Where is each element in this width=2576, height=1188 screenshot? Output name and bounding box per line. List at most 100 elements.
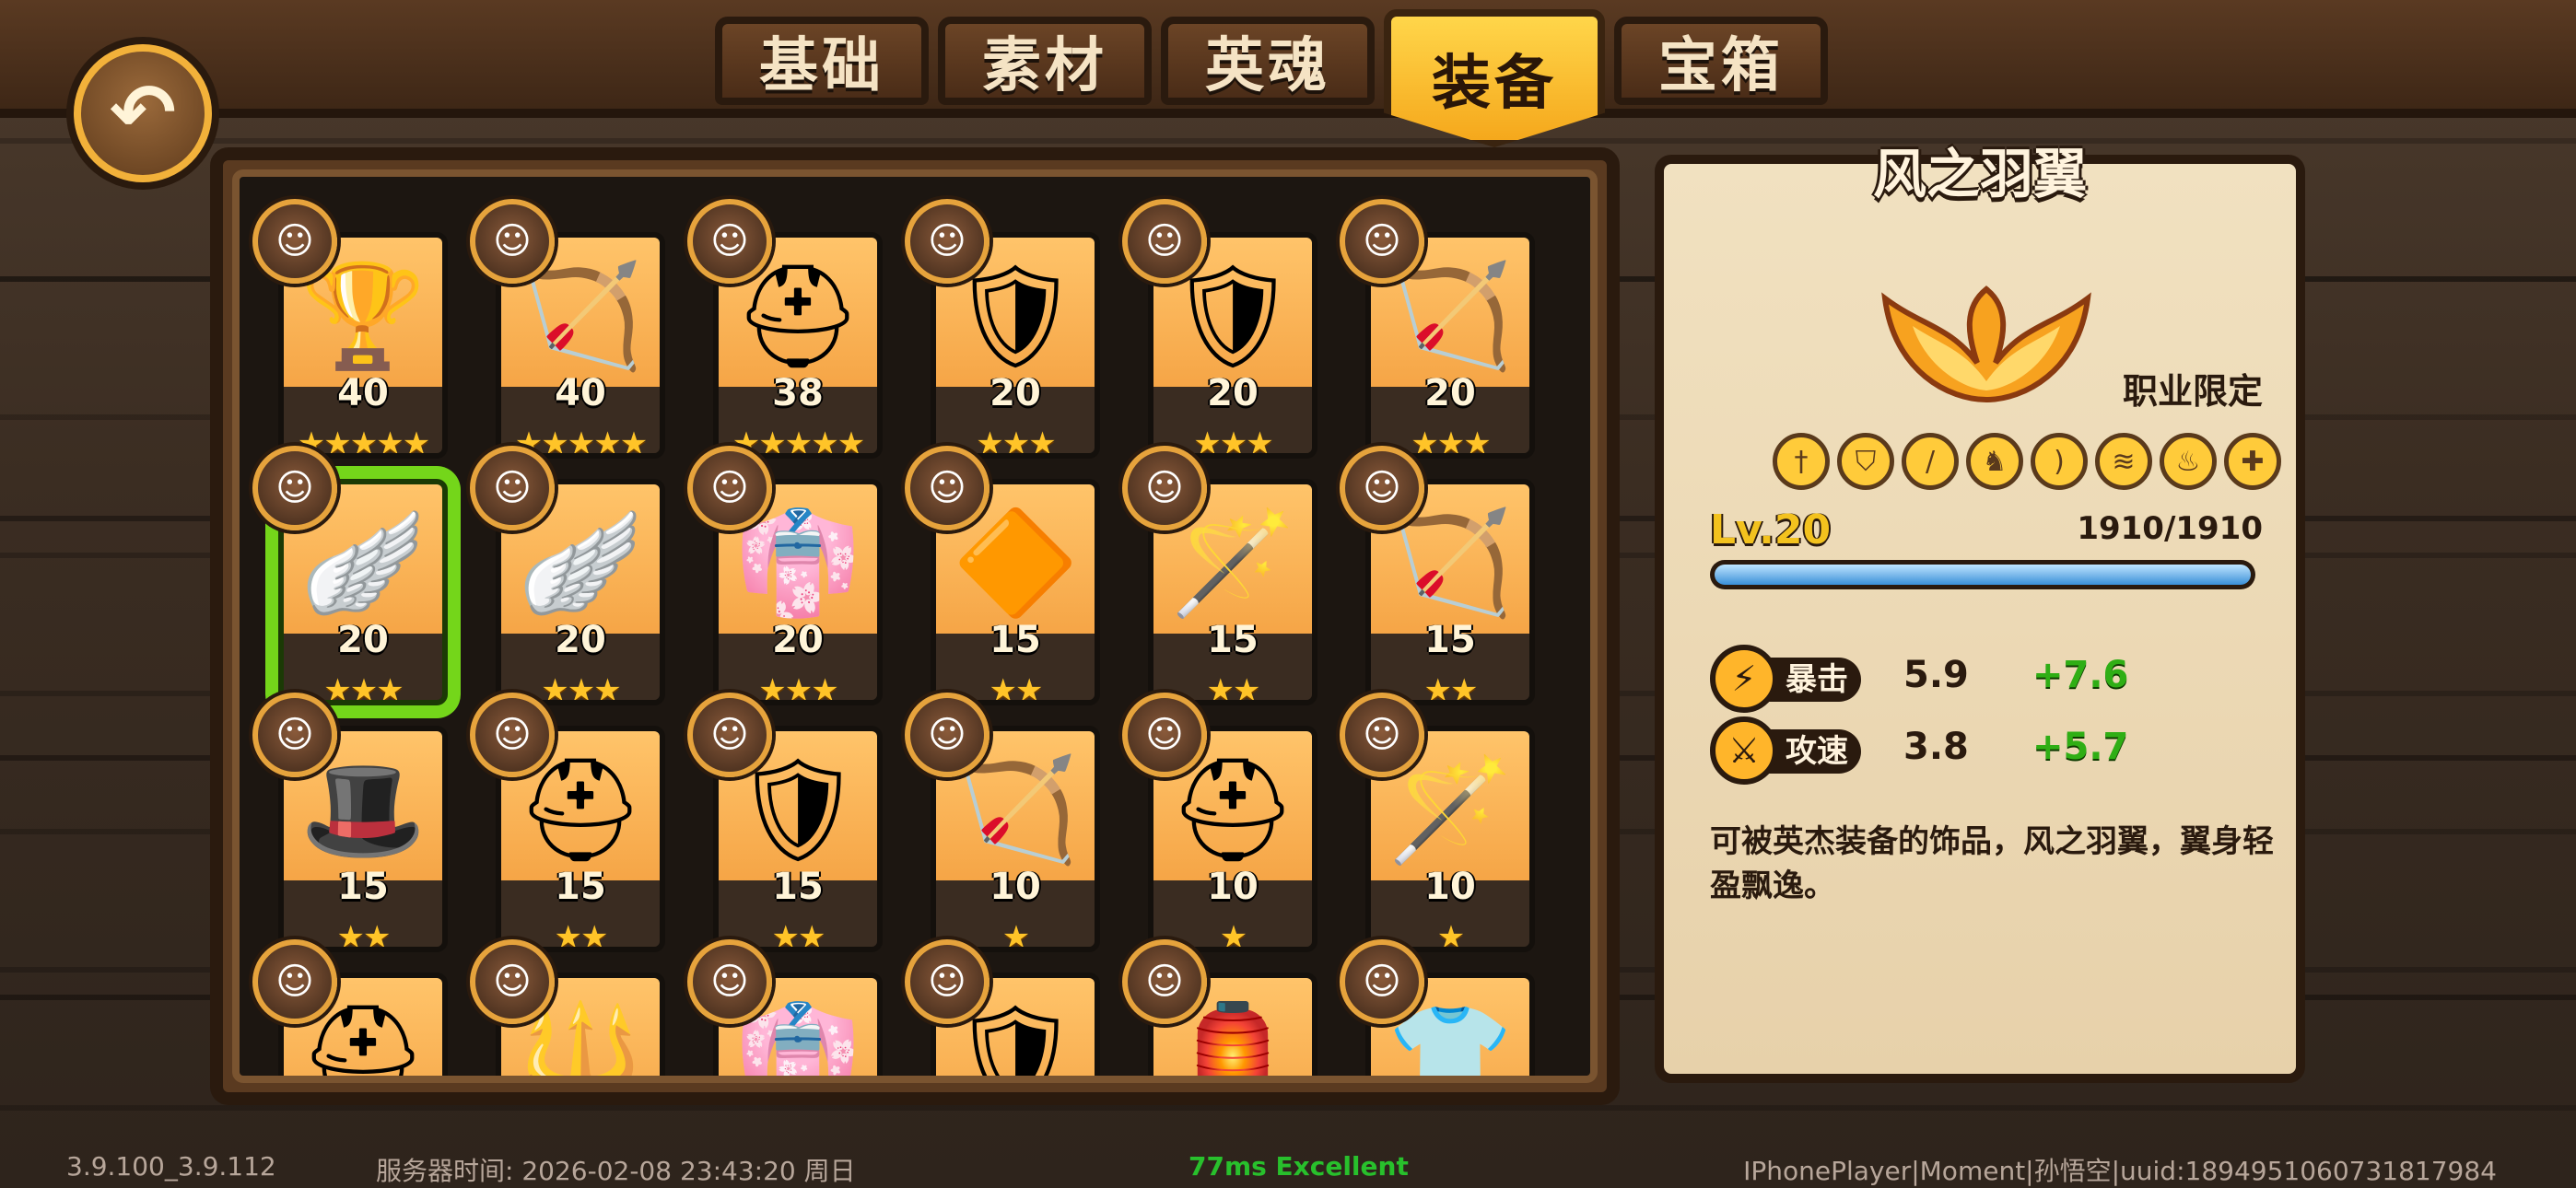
hero-portrait-badge: ☺ [470, 446, 555, 530]
item-detail-panel: 风之羽翼 职业限定 † ⛉ / ♞ ) ≋ ♨ ✚ Lv.20 1910/191… [1655, 143, 2305, 1083]
hero-portrait-badge: ☺ [1340, 199, 1424, 284]
item-title: 风之羽翼 [1872, 143, 2087, 205]
hero-portrait-badge: ☺ [470, 199, 555, 284]
back-arrow-icon: ↶ [109, 67, 177, 159]
item-slot[interactable]: 🛡 20 ★★★ ☺ [905, 199, 1100, 459]
stat-crit-bonus: +7.6 [2032, 654, 2129, 696]
server-time: 服务器时间: 2026-02-08 23:43:20 周日 [376, 1156, 856, 1186]
item-level-label: 20 [1207, 372, 1259, 414]
item-level-label: 20 [337, 619, 389, 661]
item-slot[interactable]: ⛑ 10 ★ ☺ [1122, 693, 1317, 952]
item-slot[interactable]: ⛑ 38 ★★★★★ ☺ [687, 199, 883, 459]
item-level-label: 20 [1424, 372, 1476, 414]
status-footer: 3.9.100_3.9.112 服务器时间: 2026-02-08 23:43:… [0, 1146, 2576, 1188]
shield-icon: ⛉ [1837, 433, 1894, 490]
tab-chests[interactable]: 宝箱 [1614, 17, 1828, 105]
stat-crit-base: 5.9 [1903, 654, 1969, 696]
hero-portrait-badge: ☺ [252, 446, 337, 530]
item-slot[interactable]: 🛡 15 ★★ ☺ [687, 693, 883, 952]
item-level-label: 10 [1207, 866, 1259, 908]
stat-attack-speed: 攻速 ⚔ 3.8 +5.7 [1710, 716, 2281, 790]
class-restriction-label: 职业限定 [2122, 371, 2263, 412]
ping-status: 77ms Excellent [1188, 1151, 1409, 1182]
dagger-icon: / [1902, 433, 1959, 490]
item-level-label: 20 [772, 619, 824, 661]
hero-portrait-badge: ☺ [252, 693, 337, 777]
tab-materials[interactable]: 素材 [938, 17, 1152, 105]
lightning-icon: ⚡ [1710, 645, 1778, 713]
item-slot[interactable]: 🎩 15 ★★ ☺ [252, 693, 448, 952]
hero-portrait-badge: ☺ [470, 693, 555, 777]
fire-icon: ♨ [2160, 433, 2217, 490]
item-level-label: 10 [989, 866, 1041, 908]
hero-portrait-badge: ☺ [905, 446, 989, 530]
item-slot[interactable]: 🏹 20 ★★★ ☺ [1340, 199, 1535, 459]
stat-attack-speed-bonus: +5.7 [2032, 726, 2129, 768]
item-slot[interactable]: 🏮 ☺ [1122, 939, 1317, 1076]
hero-portrait-badge: ☺ [687, 693, 772, 777]
item-description: 可被英杰装备的饰品，风之羽翼，翼身轻盈飘逸。 [1710, 823, 2274, 904]
item-level-label: 15 [989, 619, 1041, 661]
item-slot[interactable]: 🛡 20 ★★★ ☺ [1122, 199, 1317, 459]
bow-icon: ) [2031, 433, 2088, 490]
hero-portrait-badge: ☺ [1122, 693, 1207, 777]
hero-portrait-badge: ☺ [905, 693, 989, 777]
hero-portrait-badge: ☺ [1340, 939, 1424, 1024]
hero-portrait-badge: ☺ [1122, 446, 1207, 530]
hero-portrait-badge: ☺ [1122, 939, 1207, 1024]
item-slot[interactable]: 🛡 ☺ [905, 939, 1100, 1076]
item-level-label: 40 [337, 372, 389, 414]
item-level-label: 20 [555, 619, 606, 661]
stat-crit-label: 暴击 [1765, 658, 1861, 702]
cross-icon: ✚ [2224, 433, 2281, 490]
hero-portrait-badge: ☺ [687, 939, 772, 1024]
item-slot[interactable]: 👕 ☺ [1340, 939, 1535, 1076]
item-slot[interactable]: 🏹 15 ★★ ☺ [1340, 446, 1535, 705]
item-level: Lv.20 [1710, 507, 1832, 553]
item-slot[interactable]: 🪄 10 ★ ☺ [1340, 693, 1535, 952]
item-slot[interactable]: 🪄 15 ★★ ☺ [1122, 446, 1317, 705]
user-info: IPhonePlayer|Moment|孙悟空|uuid:18949510607… [1743, 1156, 2497, 1186]
top-tab-bar: 基础 素材 英魂 装备 宝箱 [0, 0, 2576, 147]
wings-icon [1867, 252, 2106, 427]
item-slot[interactable]: ⛑ 15 ★★ ☺ [470, 693, 665, 952]
inventory-panel: 🏆 40 ★★★★★ ☺ 🏹 40 ★★★★★ ☺ ⛑ 38 ★★★★★ ☺ 🛡 20 ★★★ ☺ 🛡 20 ★★★… [210, 147, 1620, 1105]
back-button[interactable]: ↶ [74, 44, 212, 182]
item-slot[interactable]: 🔱 ☺ [470, 939, 665, 1076]
item-level-label: 20 [989, 372, 1041, 414]
hero-portrait-badge: ☺ [1340, 446, 1424, 530]
inventory-grid: 🏆 40 ★★★★★ ☺ 🏹 40 ★★★★★ ☺ ⛑ 38 ★★★★★ ☺ 🛡 20 ★★★ ☺ 🛡 20 ★★★… [240, 177, 1590, 1076]
inventory-grid-frame[interactable]: 🏆 40 ★★★★★ ☺ 🏹 40 ★★★★★ ☺ ⛑ 38 ★★★★★ ☺ 🛡 20 ★★★ ☺ 🛡 20 ★★★… [232, 169, 1598, 1083]
tab-equipment[interactable]: 装备 [1384, 9, 1605, 147]
hero-portrait-badge: ☺ [470, 939, 555, 1024]
item-slot[interactable]: 🏹 40 ★★★★★ ☺ [470, 199, 665, 459]
item-slot[interactable]: 🪽 20 ★★★ ☺ [470, 446, 665, 705]
item-level-label: 15 [337, 866, 389, 908]
hero-portrait-badge: ☺ [1122, 199, 1207, 284]
stat-attack-speed-label: 攻速 [1765, 729, 1861, 774]
item-slot[interactable]: 🔶 15 ★★ ☺ [905, 446, 1100, 705]
category-tabs: 基础 素材 英魂 装备 宝箱 [715, 9, 1828, 147]
item-slot[interactable]: 👘 ☺ [687, 939, 883, 1076]
hero-portrait-badge: ☺ [905, 939, 989, 1024]
item-level-label: 10 [1424, 866, 1476, 908]
item-slot[interactable]: 🪽 20 ★★★ ☺ [252, 446, 448, 705]
hero-portrait-badge: ☺ [687, 446, 772, 530]
stat-attack-speed-base: 3.8 [1903, 726, 1969, 768]
exp-bar-fill [1715, 565, 2251, 585]
exp-bar [1710, 560, 2255, 589]
hero-portrait-badge: ☺ [252, 199, 337, 284]
item-slot[interactable]: 🏹 10 ★ ☺ [905, 693, 1100, 952]
item-slot[interactable]: ⛑ ☺ [252, 939, 448, 1076]
sword-speed-icon: ⚔ [1710, 716, 1778, 785]
tab-hero-souls[interactable]: 英魂 [1161, 17, 1375, 105]
item-exp: 1910/1910 [2077, 510, 2263, 547]
item-slot[interactable]: 🏆 40 ★★★★★ ☺ [252, 199, 448, 459]
wind-icon: ≋ [2095, 433, 2152, 490]
class-icons: † ⛉ / ♞ ) ≋ ♨ ✚ [1773, 433, 2281, 490]
version-text: 3.9.100_3.9.112 [66, 1151, 276, 1182]
item-level-label: 15 [1207, 619, 1259, 661]
tab-basic[interactable]: 基础 [715, 17, 929, 105]
sword-icon: † [1773, 433, 1830, 490]
item-slot[interactable]: 👘 20 ★★★ ☺ [687, 446, 883, 705]
